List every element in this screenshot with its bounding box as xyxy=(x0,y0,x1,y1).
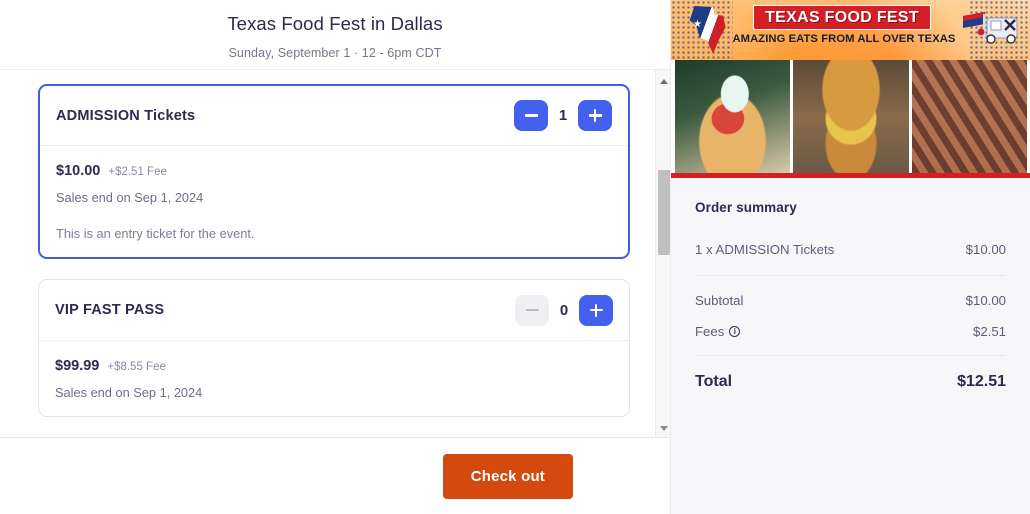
scroll-up-arrow-icon[interactable] xyxy=(656,74,670,89)
ticket-price: $10.00 xyxy=(56,163,101,179)
quantity-stepper-vip: 0 xyxy=(515,294,613,326)
subtotal-block: Subtotal $10.00 Fees i $2.51 xyxy=(695,276,1006,356)
right-pane: ★ TEXAS FOOD FEST AMAZING EATS FROM ALL … xyxy=(670,0,1030,514)
ticket-description: This is an entry ticket for the event. xyxy=(56,226,255,241)
plus-icon xyxy=(589,303,603,317)
increment-button-admission[interactable] xyxy=(578,100,612,131)
subtotal-row: Subtotal $10.00 xyxy=(695,293,1006,308)
decrement-button-admission[interactable] xyxy=(514,100,548,131)
total-row: Total $12.51 xyxy=(695,356,1006,391)
line-item-row: 1 x ADMISSION Tickets $10.00 xyxy=(695,242,1006,257)
left-pane: Texas Food Fest in Dallas Sunday, Septem… xyxy=(0,0,670,514)
page-title: Texas Food Fest in Dallas xyxy=(227,12,443,34)
checkout-bar: Check out xyxy=(0,438,670,514)
scrollbar-thumb[interactable] xyxy=(658,170,670,255)
sales-end-text: Sales end on Sep 1, 2024 xyxy=(56,190,204,205)
info-icon[interactable]: i xyxy=(729,326,741,337)
photo-burger xyxy=(793,60,909,173)
photo-ribs xyxy=(911,60,1027,173)
banner-food-photos xyxy=(671,60,1030,173)
decrement-button-vip xyxy=(515,294,549,326)
tickets-scrollbar[interactable] xyxy=(655,70,670,437)
sales-end-text: Sales end on Sep 1, 2024 xyxy=(55,385,203,400)
checkout-button[interactable]: Check out xyxy=(442,453,573,499)
event-datetime: Sunday, September 1 · 12 - 6pm CDT xyxy=(228,46,442,61)
subtotal-value: $10.00 xyxy=(965,293,1006,308)
plus-icon xyxy=(588,109,602,122)
subtotal-label: Subtotal xyxy=(695,293,744,308)
order-summary-title: Order summary xyxy=(695,200,797,215)
star-icon: ★ xyxy=(693,19,702,30)
event-banner-image: ★ TEXAS FOOD FEST AMAZING EATS FROM ALL … xyxy=(671,0,1030,178)
increment-button-vip[interactable] xyxy=(579,294,613,326)
quantity-value-vip: 0 xyxy=(559,301,569,319)
photo-funnel-cake xyxy=(675,60,791,173)
fees-label-group: Fees i xyxy=(695,324,741,339)
ticket-name: VIP FAST PASS xyxy=(55,302,165,318)
fees-row: Fees i $2.51 xyxy=(695,324,1006,339)
fees-label: Fees xyxy=(695,324,725,339)
banner-subtitle: AMAZING EATS FROM ALL OVER TEXAS xyxy=(732,33,956,45)
banner-title: TEXAS FOOD FEST xyxy=(765,8,919,26)
ticket-body: $99.99 +$8.55 Fee Sales end on Sep 1, 20… xyxy=(39,341,629,416)
banner-title-box: TEXAS FOOD FEST xyxy=(753,5,931,30)
ticket-header: ADMISSION Tickets 1 xyxy=(40,86,628,146)
food-truck-icon xyxy=(963,12,1018,44)
event-header: Texas Food Fest in Dallas Sunday, Septem… xyxy=(0,0,670,70)
ticket-name: ADMISSION Tickets xyxy=(56,107,196,124)
price-row: $10.00 +$2.51 Fee xyxy=(56,163,612,179)
ticket-card-vip[interactable]: VIP FAST PASS 0 $99.99 +$8.55 Fee Sales … xyxy=(38,279,630,417)
ticket-card-admission[interactable]: ADMISSION Tickets 1 $10.00 +$2.51 Fee Sa… xyxy=(38,84,630,259)
ticket-header: VIP FAST PASS 0 xyxy=(39,280,629,341)
minus-icon xyxy=(524,114,538,117)
quantity-stepper-admission: 1 xyxy=(514,100,612,131)
total-label: Total xyxy=(695,373,733,390)
quantity-value-admission: 1 xyxy=(558,107,568,124)
order-line-items: 1 x ADMISSION Tickets $10.00 xyxy=(695,242,1006,276)
tickets-list: ADMISSION Tickets 1 $10.00 +$2.51 Fee Sa… xyxy=(0,70,670,417)
ticket-fee: +$8.55 Fee xyxy=(107,361,166,373)
fees-value: $2.51 xyxy=(972,324,1006,339)
ticket-price: $99.99 xyxy=(55,358,100,374)
banner-bottom-stripe xyxy=(671,173,1030,178)
minus-icon xyxy=(525,308,539,312)
price-row: $99.99 +$8.55 Fee xyxy=(55,358,613,374)
order-summary: Order summary 1 x ADMISSION Tickets $10.… xyxy=(671,178,1030,391)
line-item-value: $10.00 xyxy=(965,242,1006,257)
tickets-scroll-area: ADMISSION Tickets 1 $10.00 +$2.51 Fee Sa… xyxy=(0,70,670,438)
ticket-body: $10.00 +$2.51 Fee Sales end on Sep 1, 20… xyxy=(40,146,628,257)
ticket-fee: +$2.51 Fee xyxy=(108,166,167,178)
scroll-down-arrow-icon[interactable] xyxy=(656,421,670,436)
total-value: $12.51 xyxy=(957,373,1006,390)
banner-top: ★ TEXAS FOOD FEST AMAZING EATS FROM ALL … xyxy=(671,0,1030,60)
ticket-selection-page: Texas Food Fest in Dallas Sunday, Septem… xyxy=(0,0,1030,514)
line-item-label: 1 x ADMISSION Tickets xyxy=(695,242,835,257)
